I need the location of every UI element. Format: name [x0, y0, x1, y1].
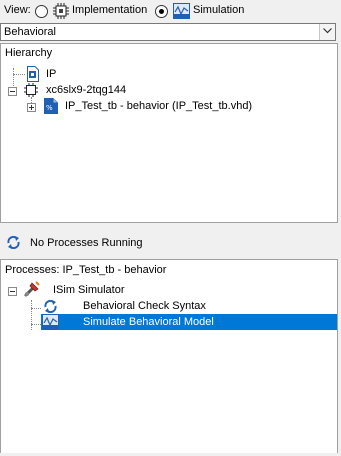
view-label: View:: [4, 4, 31, 16]
tree-item-ip[interactable]: IP: [25, 66, 145, 83]
expand-toggle[interactable]: [27, 103, 36, 112]
process-simulate-behavioral-model[interactable]: Simulate Behavioral Model: [41, 314, 337, 330]
process-status-bar: No Processes Running: [0, 232, 341, 254]
collapse-toggle[interactable]: [8, 87, 17, 96]
simulation-label[interactable]: Simulation: [193, 4, 244, 16]
tree-item-testbench[interactable]: % IP_Test_tb - behavior (IP_Test_tb.vhd): [43, 98, 263, 115]
process-label: Simulate Behavioral Model: [83, 316, 214, 328]
processes-title: Processes: IP_Test_tb - behavior: [5, 264, 167, 276]
process-check-syntax[interactable]: Behavioral Check Syntax: [41, 298, 261, 315]
tree-item-label: xc6slx9-2tqg144: [46, 84, 127, 96]
implementation-radio[interactable]: [35, 5, 48, 18]
status-text: No Processes Running: [30, 237, 143, 249]
process-isim-simulator[interactable]: ISim Simulator: [23, 280, 163, 300]
tree-item-device[interactable]: xc6slx9-2tqg144: [23, 82, 183, 99]
dropdown-value: Behavioral: [4, 26, 56, 38]
ip-document-icon: [26, 66, 40, 82]
hierarchy-panel: Hierarchy IP xc6slx9-2tqg144 % IP_Test_t…: [0, 43, 338, 223]
tree-connector: [31, 300, 32, 330]
tree-item-label: IP: [46, 68, 57, 80]
hierarchy-title: Hierarchy: [5, 47, 53, 59]
process-label: ISim Simulator: [53, 284, 125, 296]
collapse-toggle[interactable]: [8, 287, 17, 296]
isim-icon: [173, 3, 190, 19]
fpga-chip-icon: [24, 83, 38, 97]
simulation-radio[interactable]: [155, 5, 168, 18]
tree-connector: [13, 74, 25, 75]
process-label: Behavioral Check Syntax: [83, 300, 206, 312]
design-view-dropdown[interactable]: Behavioral: [0, 23, 336, 41]
isim-icon: [42, 314, 59, 330]
implementation-label[interactable]: Implementation: [72, 4, 147, 16]
refresh-icon: [6, 235, 21, 250]
tools-icon: [23, 280, 41, 298]
vhdl-file-icon: %: [43, 98, 59, 114]
processes-panel: Processes: IP_Test_tb - behavior ISim Si…: [0, 259, 338, 456]
dropdown-button[interactable]: [319, 24, 335, 40]
refresh-icon: [43, 299, 58, 314]
tree-connector: [31, 324, 41, 325]
chevron-down-icon: [323, 28, 332, 34]
implementation-chip-icon: [53, 3, 69, 19]
tree-connector: [31, 308, 41, 309]
view-selector-row: View: Implementation Simulation: [0, 0, 341, 22]
svg-text:%: %: [46, 104, 53, 112]
tree-item-label: IP_Test_tb - behavior (IP_Test_tb.vhd): [65, 100, 253, 112]
